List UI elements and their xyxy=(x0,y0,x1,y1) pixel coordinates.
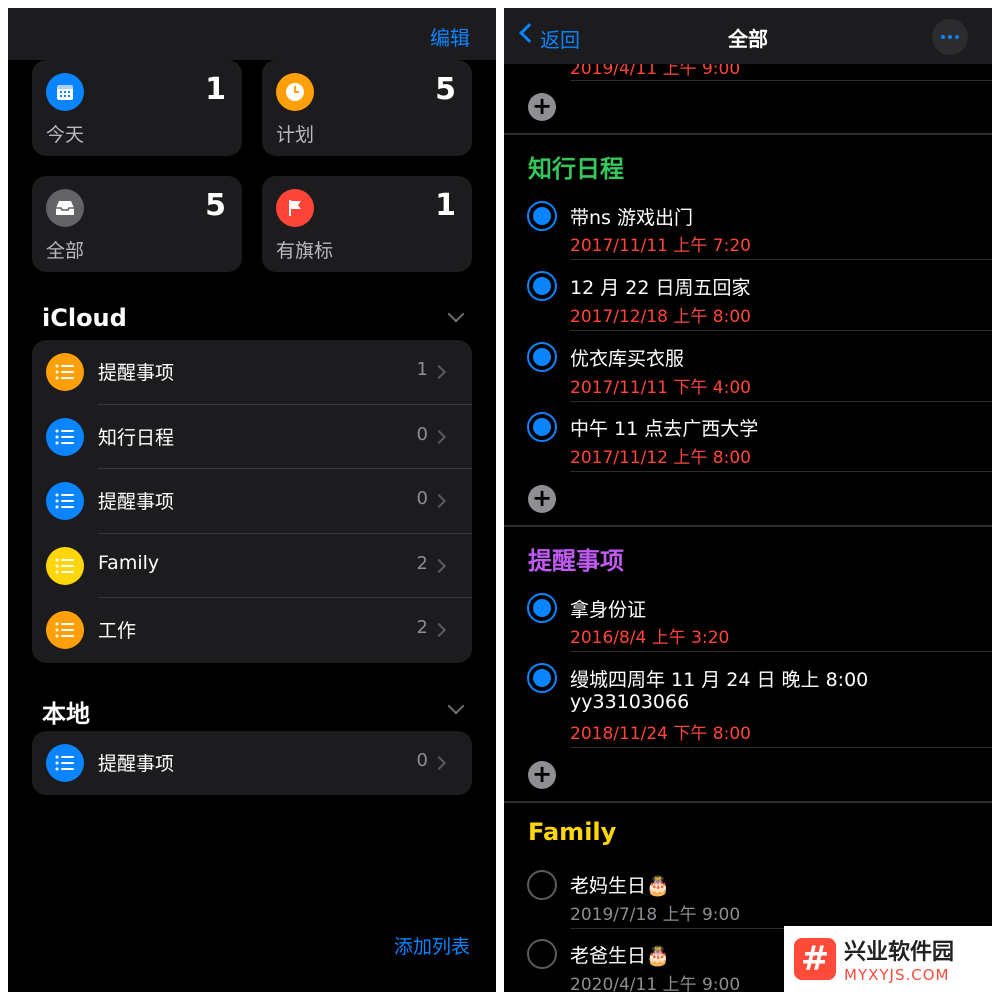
local-section-title: 本地 xyxy=(42,700,90,728)
group-title: 提醒事项 xyxy=(528,547,624,575)
watermark: # 兴业软件园 MYXYJS.COM xyxy=(784,926,992,992)
list-icon xyxy=(46,611,84,650)
lists-overview-screen: 编辑 1 今天 5 计划 5 全部 1 有旗标 iCloud 提醒事项 1 知行… xyxy=(8,8,496,992)
tray-icon xyxy=(46,189,84,227)
group-title: Family xyxy=(528,818,617,846)
add-reminder-button[interactable]: + xyxy=(528,761,556,789)
list-item[interactable]: Family 2 xyxy=(32,534,472,599)
add-reminder-button[interactable]: + xyxy=(528,485,556,513)
list-name: 知行日程 xyxy=(98,426,175,449)
chevron-right-icon xyxy=(431,558,447,573)
list-item[interactable]: 提醒事项 0 xyxy=(32,731,472,795)
list-count: 1 xyxy=(416,359,428,380)
flagged-count: 1 xyxy=(435,188,456,223)
top-bar: 编辑 xyxy=(8,8,496,60)
chevron-right-icon xyxy=(431,429,447,444)
more-icon[interactable] xyxy=(932,19,968,55)
clock-icon xyxy=(276,73,314,111)
icloud-list-group: 提醒事项 1 知行日程 0 提醒事项 0 Family 2 工作 2 xyxy=(32,340,472,663)
flagged-card[interactable]: 1 有旗标 xyxy=(262,176,472,272)
calendar-icon xyxy=(46,73,84,111)
list-item[interactable]: 提醒事项 1 xyxy=(32,340,472,405)
today-card[interactable]: 1 今天 xyxy=(32,60,242,156)
group-title: 知行日程 xyxy=(528,155,624,183)
reminder-title[interactable]: 老妈生日🎂 xyxy=(570,871,670,898)
reminder-title[interactable]: 缦城四周年 11 月 24 日 晚上 8:00 xyxy=(570,665,868,692)
watermark-name: 兴业软件园 xyxy=(844,940,955,965)
reminder-date: 2017/11/11 下午 4:00 xyxy=(570,378,751,398)
list-count: 0 xyxy=(416,488,428,510)
watermark-logo: # xyxy=(794,938,836,980)
all-reminders-screen: 2019/4/11 上午 9:00 返回 全部 + 知行日程 带ns 游戏出门 … xyxy=(504,8,992,992)
today-label: 今天 xyxy=(46,124,85,146)
list-item[interactable]: 知行日程 0 xyxy=(32,405,472,470)
today-count: 1 xyxy=(205,72,226,107)
reminder-date: 2020/4/11 上午 9:00 xyxy=(570,975,741,992)
reminder-date: 2016/8/4 上午 3:20 xyxy=(570,628,730,648)
list-name: 提醒事项 xyxy=(98,753,175,775)
completion-circle[interactable] xyxy=(527,201,557,231)
completion-circle[interactable] xyxy=(527,271,557,301)
chevron-right-icon xyxy=(431,755,447,771)
completion-circle[interactable] xyxy=(527,663,557,693)
reminder-date: 2018/11/24 下午 8:00 xyxy=(570,724,751,744)
list-icon xyxy=(46,482,84,521)
flag-icon xyxy=(276,189,314,227)
list-count: 0 xyxy=(416,423,428,445)
completion-circle[interactable] xyxy=(527,412,557,442)
list-count: 0 xyxy=(416,750,428,771)
reminder-notes: yy33103066 xyxy=(570,691,690,713)
chevron-down-icon[interactable] xyxy=(447,697,465,715)
completion-circle[interactable] xyxy=(527,342,557,372)
list-icon xyxy=(46,353,84,391)
list-icon xyxy=(46,546,84,585)
edit-button[interactable]: 编辑 xyxy=(430,22,470,51)
page-title: 全部 xyxy=(728,27,768,51)
reminder-title[interactable]: 12 月 22 日周五回家 xyxy=(570,273,750,300)
list-name: 提醒事项 xyxy=(98,491,175,514)
local-list-group: 提醒事项 0 xyxy=(32,731,472,795)
list-icon xyxy=(46,417,84,456)
navigation-bar: 返回 全部 xyxy=(504,8,992,64)
chevron-right-icon xyxy=(431,364,447,380)
list-count: 2 xyxy=(416,552,428,574)
completion-circle[interactable] xyxy=(527,870,557,900)
reminder-title[interactable]: 中午 11 点去广西大学 xyxy=(570,414,758,441)
chevron-right-icon xyxy=(431,494,447,509)
list-count: 2 xyxy=(416,617,428,639)
list-item[interactable]: 提醒事项 0 xyxy=(32,469,472,534)
all-label: 全部 xyxy=(46,240,85,262)
list-name: 提醒事项 xyxy=(98,362,175,384)
reminder-title[interactable]: 老爸生日🎂 xyxy=(570,941,670,968)
reminder-date: 2019/7/18 上午 9:00 xyxy=(570,905,741,925)
scheduled-label: 计划 xyxy=(276,124,315,146)
chevron-down-icon[interactable] xyxy=(447,305,465,323)
completion-circle[interactable] xyxy=(527,593,557,623)
chevron-right-icon xyxy=(431,623,447,638)
completion-circle[interactable] xyxy=(527,939,557,969)
reminder-title[interactable]: 带ns 游戏出门 xyxy=(570,203,693,230)
reminder-date: 2017/12/18 上午 8:00 xyxy=(570,307,751,327)
reminder-date: 2017/11/12 上午 8:00 xyxy=(570,448,751,468)
scheduled-count: 5 xyxy=(435,72,456,107)
flagged-label: 有旗标 xyxy=(276,240,334,262)
reminder-date: 2017/11/11 上午 7:20 xyxy=(570,236,751,256)
add-list-button[interactable]: 添加列表 xyxy=(394,932,470,959)
all-card[interactable]: 5 全部 xyxy=(32,176,242,272)
add-reminder-button[interactable]: + xyxy=(528,93,556,121)
list-item[interactable]: 工作 2 xyxy=(32,598,472,663)
reminder-title[interactable]: 优衣库买衣服 xyxy=(570,344,684,371)
reminder-title[interactable]: 拿身份证 xyxy=(570,595,646,622)
list-icon xyxy=(46,744,84,782)
list-name: 工作 xyxy=(98,620,137,643)
list-name: Family xyxy=(98,551,160,574)
icloud-section-title: iCloud xyxy=(42,304,127,332)
scheduled-card[interactable]: 5 计划 xyxy=(262,60,472,156)
all-count: 5 xyxy=(205,188,226,223)
watermark-url: MYXYJS.COM xyxy=(844,966,950,984)
